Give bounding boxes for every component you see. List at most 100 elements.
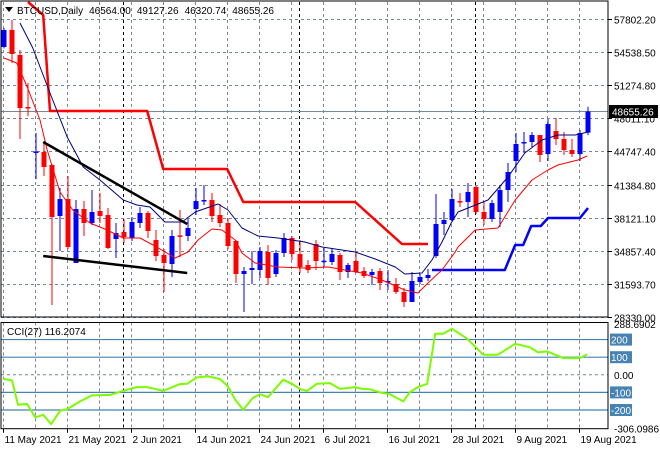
time-axis-label: 9 Aug 2021 (517, 435, 568, 446)
candle-body (201, 200, 207, 202)
candlestick (241, 267, 247, 312)
candlestick (121, 219, 127, 244)
candle-body (89, 211, 95, 223)
candle-body (9, 30, 15, 55)
cci-axis-label: 200 (611, 336, 628, 347)
chart-header: BTCUSD,Daily 46564.00 49127.26 46320.74 4865… (17, 6, 274, 17)
price-axis-label: 34857.40 (614, 248, 656, 259)
candle-body (137, 212, 143, 223)
candle-body (41, 152, 47, 168)
candle-body (329, 254, 335, 262)
candle-body (481, 211, 487, 220)
price-axis-label: 28330.00 (614, 314, 656, 325)
candlestick (529, 131, 535, 148)
candle-body (585, 111, 591, 133)
candlestick (521, 131, 527, 154)
candlestick (433, 193, 439, 259)
candlestick (537, 135, 543, 162)
candle-body (217, 214, 223, 223)
candlestick (337, 253, 343, 280)
time-axis-label: 24 Jun 2021 (261, 435, 316, 446)
candlestick (281, 232, 287, 258)
moving-average-blue (19, 22, 589, 275)
candle-body (521, 142, 527, 144)
candlestick (33, 132, 39, 179)
candle-body (121, 231, 127, 238)
dropdown-triangle-icon[interactable] (5, 7, 13, 12)
candlestick (465, 182, 471, 218)
moving-average-red (3, 57, 588, 294)
candlestick (481, 202, 487, 225)
candlestick (73, 200, 79, 263)
candlestick (545, 119, 551, 161)
candlestick (353, 252, 359, 273)
stop-line-blue (432, 207, 589, 272)
candlestick (113, 222, 119, 259)
cci-axis-label: -200 (611, 406, 631, 417)
candlestick (217, 203, 223, 227)
candlestick (569, 139, 575, 158)
candle-body (377, 270, 383, 284)
candlestick (129, 217, 135, 242)
candlestick (209, 192, 215, 222)
candlestick (409, 271, 415, 302)
candlestick (249, 251, 255, 285)
candlestick (201, 185, 207, 206)
candle-body (129, 221, 135, 239)
candle-body (577, 133, 583, 155)
header-high: 49127.26 (137, 6, 179, 17)
price-axis-label: 41384.80 (614, 182, 656, 193)
candle-body (561, 139, 567, 151)
candle-body (401, 291, 407, 302)
candle-body (161, 255, 167, 263)
trading-chart[interactable]: CCI(27) 116.2074288.69022001000.00-100-2… (0, 0, 660, 450)
candle-body (497, 189, 503, 212)
candle-body (177, 235, 183, 237)
time-axis-label: 2 Jun 2021 (133, 435, 183, 446)
candle-body (425, 274, 431, 279)
time-axis-label: 21 May 2021 (69, 435, 127, 446)
candlestick (401, 288, 407, 308)
candlestick (41, 142, 47, 177)
price-axis-label: 51274.80 (614, 82, 656, 93)
candle-body (417, 277, 423, 283)
main-panel[interactable] (0, 0, 658, 318)
candlestick (145, 210, 151, 239)
price-axis-label: 38121.10 (614, 215, 656, 226)
time-axis-label: 11 May 2021 (5, 435, 63, 446)
cci-panel[interactable]: CCI(27) 116.2074288.69022001000.00-100-2… (0, 320, 659, 436)
candle-body (473, 187, 479, 212)
candlestick (473, 186, 479, 215)
candle-body (241, 270, 247, 274)
candlestick (137, 207, 143, 228)
candlestick (449, 188, 455, 221)
current-price-label: 48655.26 (612, 108, 654, 119)
price-axis-label: 54538.50 (614, 49, 656, 60)
candle-body (569, 150, 575, 155)
time-axis-label: 14 Jun 2021 (197, 435, 252, 446)
candlestick (385, 269, 391, 291)
candlestick (585, 106, 591, 136)
candle-body (513, 144, 519, 161)
candle-body (281, 238, 287, 254)
candle-body (313, 244, 319, 262)
candlestick (441, 211, 447, 235)
candle-body (529, 135, 535, 143)
candlestick (233, 240, 239, 284)
candle-body (57, 199, 63, 217)
candle-body (321, 260, 327, 263)
time-axis-label: 19 Aug 2021 (581, 435, 638, 446)
candle-body (209, 200, 215, 217)
candlestick (553, 118, 559, 146)
header-symbol-timeframe: BTCUSD,Daily (17, 6, 83, 17)
candle-body (353, 261, 359, 272)
candle-body (257, 251, 263, 270)
candle-body (537, 135, 543, 156)
trendline-upper (42, 140, 188, 226)
candlestick (257, 247, 263, 279)
time-axis-label: 16 Jul 2021 (389, 435, 441, 446)
price-axis-label: 31593.70 (614, 281, 656, 292)
candlestick (305, 260, 311, 273)
time-axis-label: 6 Jul 2021 (325, 435, 372, 446)
cci-axis-label: 0.00 (614, 371, 634, 382)
